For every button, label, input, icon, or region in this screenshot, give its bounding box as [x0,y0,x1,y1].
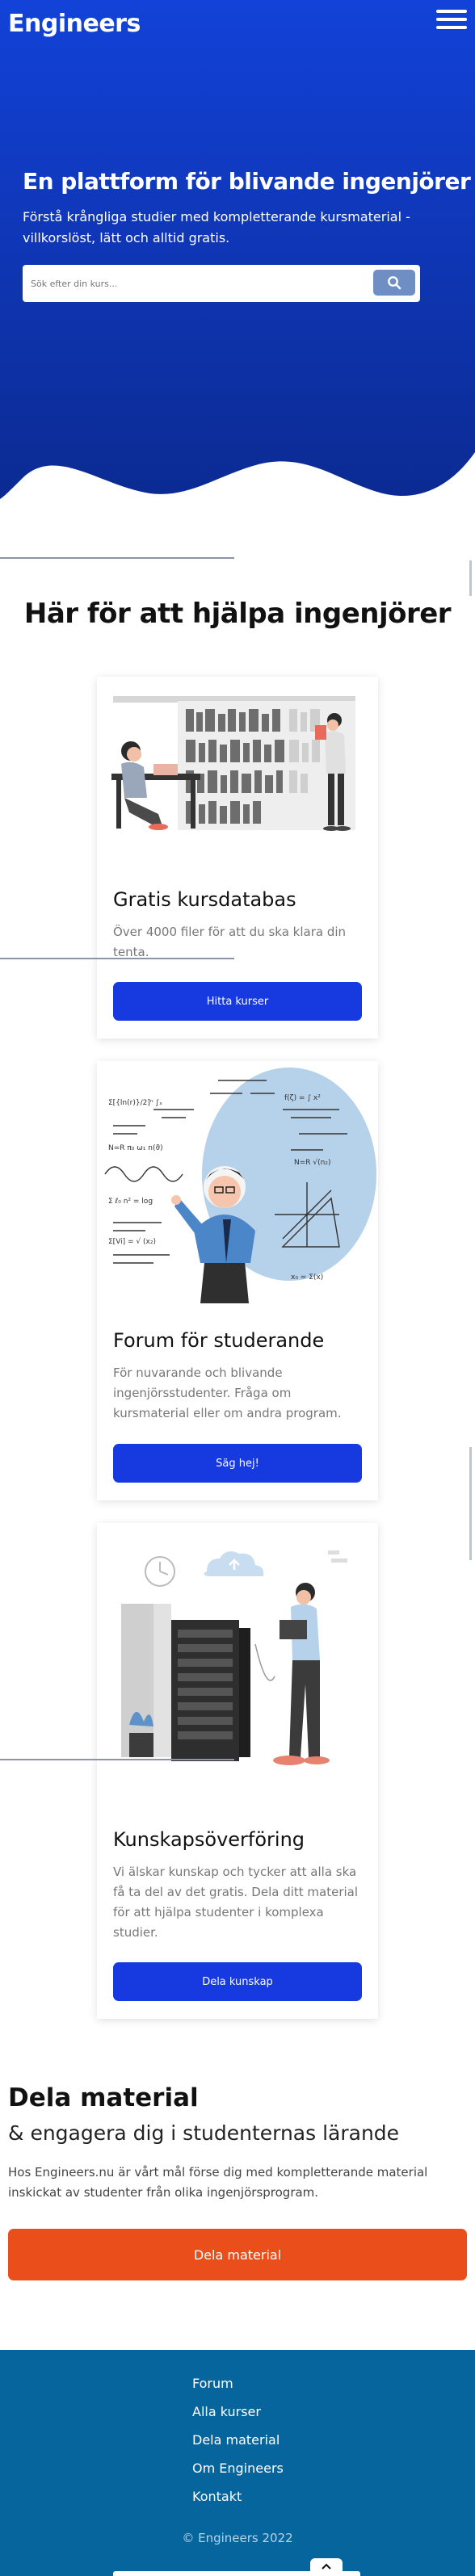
card-text: Vi älskar kunskap och tycker att alla sk… [113,1865,359,1940]
find-courses-button[interactable]: Hitta kurser [113,982,362,1021]
say-hello-button[interactable]: Säg hej! [113,1444,362,1483]
search-button[interactable] [373,270,415,296]
brand-logo[interactable]: Engineers [8,10,141,38]
footer-link-contact[interactable]: Kontakt [192,2489,242,2504]
card-text: För nuvarande och blivande ingenjörsstud… [113,1366,342,1420]
card-text: Över 4000 filer för att du ska klara din… [113,925,347,959]
decorative-line [0,1759,234,1760]
footer-link-about[interactable]: Om Engineers [192,2461,284,2476]
decorative-scroll-marker [469,560,472,596]
card-title: Forum för studerande [113,1329,325,1352]
card-title: Kunskapsöverföring [113,1828,305,1851]
hero-section: Engineers En plattform för blivande inge… [0,0,475,517]
footer-link-share-material[interactable]: Dela material [192,2432,280,2448]
card-title: Gratis kursdatabas [113,888,296,911]
server-cloud-illustration [97,1523,378,1789]
footer-link-forum[interactable]: Forum [192,2376,233,2391]
share-knowledge-button[interactable]: Dela kunskap [113,1962,362,2001]
decorative-line [0,557,234,559]
share-title: Dela material [8,2083,199,2112]
share-subtitle: & engagera dig i studenternas lärande [8,2121,400,2145]
search-input[interactable] [31,274,354,293]
hamburger-menu-icon[interactable] [436,10,467,34]
svg-text:Σ[{ln(r)}/2]ⁿ ∫ₓ: Σ[{ln(r)}/2]ⁿ ∫ₓ [108,1099,162,1107]
hero-title: En plattform för blivande ingenjörer [23,168,471,195]
footer-link-all-courses[interactable]: Alla kurser [192,2404,261,2419]
svg-text:N=R π₀ ω₁ n(ϑ): N=R π₀ ω₁ n(ϑ) [108,1144,163,1152]
scroll-to-top-button[interactable] [310,2558,343,2576]
card-course-database: Gratis kursdatabas Över 4000 filer för a… [97,677,378,1038]
search-icon [388,276,401,290]
share-material-button[interactable]: Dela material [8,2229,467,2280]
copyright: © Engineers 2022 [182,2531,293,2545]
svg-text:x₀ = Σ(x): x₀ = Σ(x) [291,1273,323,1282]
decorative-scroll-marker [469,1447,472,1560]
search-bar [23,265,420,302]
section-title: Här för att hjälpa ingenjörer [23,598,452,630]
svg-text:N=R √(n₂): N=R √(n₂) [294,1158,330,1167]
decorative-line [0,958,234,959]
students-library-illustration [111,696,355,831]
hero-background [0,0,475,499]
svg-text:Σ[Vi] = √ (x₂): Σ[Vi] = √ (x₂) [108,1237,156,1246]
svg-text:Σ ℓ₀ n² = log: Σ ℓ₀ n² = log [108,1198,153,1206]
card-student-forum: Σ[{ln(r)}/2]ⁿ ∫ₓ N=R π₀ ω₁ n(ϑ) Σ ℓ₀ n² … [97,1061,378,1500]
chevron-up-icon [322,2563,331,2570]
hero-subtitle: Förstå krångliga studier med komplettera… [23,209,410,245]
teacher-formulas-illustration: Σ[{ln(r)}/2]ⁿ ∫ₓ N=R π₀ ω₁ n(ϑ) Σ ℓ₀ n² … [104,1068,376,1303]
svg-text:f(ζ) = ∫ x²: f(ζ) = ∫ x² [284,1094,321,1102]
card-knowledge-transfer: Kunskapsöverföring Vi älskar kunskap och… [97,1523,378,2019]
share-text: Hos Engineers.nu är vårt mål förse dig m… [8,2165,428,2200]
